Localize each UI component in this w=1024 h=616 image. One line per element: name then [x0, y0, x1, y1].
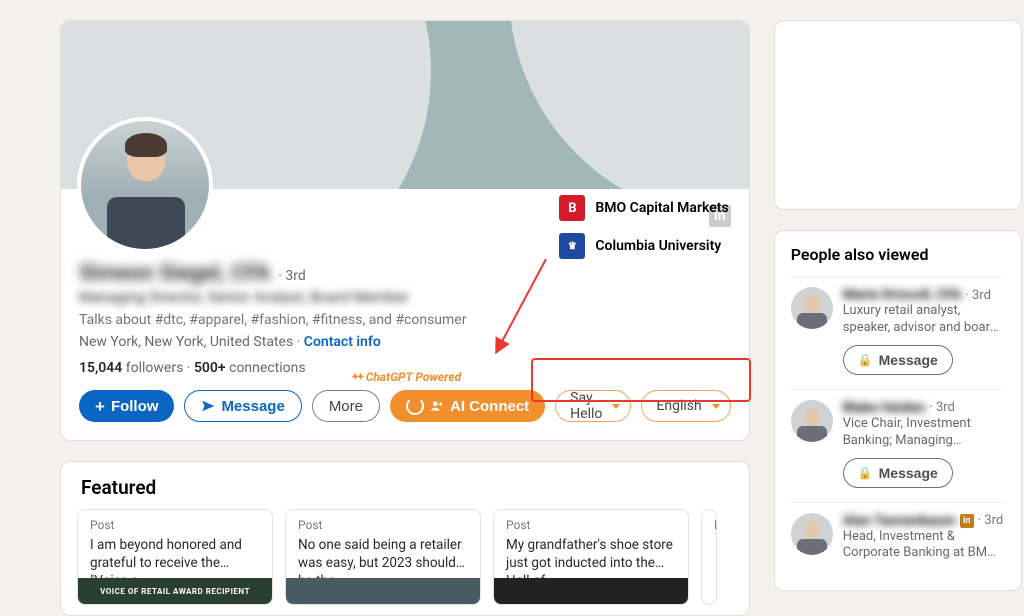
person-degree: · 3rd: [978, 513, 1004, 528]
sidebar-ad-card: [774, 20, 1022, 210]
person-item[interactable]: Blake Heiden · 3rd Vice Chair, Investmen…: [791, 389, 1005, 502]
profile-avatar[interactable]: [77, 117, 213, 253]
plus-icon: +: [95, 398, 105, 415]
person-name: Marie Driscoll, CFA: [843, 287, 962, 303]
featured-type: Post: [286, 510, 480, 536]
lock-icon: 🔒: [858, 353, 873, 367]
message-label: Message: [879, 465, 938, 481]
separator: ·: [187, 360, 194, 376]
featured-type: Post: [494, 510, 688, 536]
org-item[interactable]: ♛ Columbia University: [559, 233, 728, 259]
featured-text: I am beyond honored and grateful to rece…: [78, 536, 272, 578]
message-button[interactable]: 🔒 Message: [843, 345, 953, 375]
person-plus-icon: [430, 399, 444, 413]
lock-icon: 🔒: [858, 466, 873, 480]
org-logo-icon: ♛: [559, 233, 585, 259]
ai-swirl-icon: [406, 397, 424, 415]
profile-card: in B BMO Capital Markets ♛: [60, 20, 750, 441]
language-dropdown[interactable]: English: [641, 390, 730, 422]
follow-button[interactable]: + Follow: [79, 390, 174, 422]
featured-item[interactable]: Post No one said being a retailer was ea…: [285, 509, 481, 605]
featured-item[interactable]: P: [701, 509, 717, 605]
message-label: Message: [221, 398, 284, 415]
say-hello-label: Say Hello: [570, 390, 602, 422]
connections-label: connections: [226, 360, 306, 376]
profile-name: Simeon Siegel, CFA: [79, 261, 270, 286]
chevron-down-icon: [712, 404, 720, 409]
featured-type: Post: [78, 510, 272, 536]
person-name: Blake Heiden: [843, 400, 926, 416]
org-name: Columbia University: [595, 238, 721, 254]
org-name: BMO Capital Markets: [595, 200, 728, 216]
ai-connect-button[interactable]: AI Connect: [390, 390, 545, 422]
pav-title: People also viewed: [791, 245, 1005, 264]
contact-info-link[interactable]: Contact info: [304, 334, 381, 350]
featured-text: My grandfather's shoe store just got ind…: [494, 536, 688, 578]
profile-talks-about: Talks about #dtc, #apparel, #fashion, #f…: [79, 312, 731, 328]
language-label: English: [656, 398, 701, 414]
profile-degree: · 3rd: [278, 268, 306, 284]
person-name: Alan Tannenbaum: [843, 513, 956, 529]
featured-thumb: [286, 578, 480, 604]
paper-plane-icon: [201, 399, 215, 413]
more-button[interactable]: More: [312, 390, 380, 422]
featured-thumb: VOICE OF RETAIL AWARD RECIPIENT: [78, 578, 272, 604]
profile-headline: Managing Director, Senior Analyst, Board…: [79, 288, 731, 306]
featured-item[interactable]: Post My grandfather's shoe store just go…: [493, 509, 689, 605]
person-item[interactable]: Marie Driscoll, CFA · 3rd Luxury retail …: [791, 276, 1005, 389]
person-degree: · 3rd: [965, 288, 991, 303]
premium-badge-icon: in: [960, 514, 974, 528]
chevron-down-icon: [612, 404, 620, 409]
say-hello-dropdown[interactable]: Say Hello: [555, 390, 631, 422]
profile-location: New York, New York, United States: [79, 334, 293, 350]
connections-count[interactable]: 500+: [194, 360, 226, 376]
separator: ·: [297, 334, 304, 350]
person-headline: Luxury retail analyst, speaker, advisor …: [843, 303, 1005, 337]
avatar: [791, 513, 833, 555]
featured-type: P: [702, 510, 717, 536]
followers-label: followers: [122, 360, 183, 376]
featured-thumb: [494, 578, 688, 604]
chatgpt-powered-label: ChatGPT Powered: [351, 370, 461, 384]
featured-item[interactable]: Post I am beyond honored and grateful to…: [77, 509, 273, 605]
avatar: [791, 287, 833, 329]
avatar: [791, 400, 833, 442]
message-button[interactable]: 🔒 Message: [843, 458, 953, 488]
org-item[interactable]: B BMO Capital Markets: [559, 195, 728, 221]
follow-label: Follow: [111, 398, 159, 415]
profile-orgs: B BMO Capital Markets ♛ Columbia Univers…: [559, 195, 728, 259]
message-label: Message: [879, 352, 938, 368]
ai-connect-label: AI Connect: [450, 398, 529, 415]
person-item[interactable]: Alan Tannenbaum in · 3rd Head, Investmen…: [791, 502, 1005, 577]
more-label: More: [329, 398, 363, 415]
featured-section: Featured Post I am beyond honored and gr…: [60, 461, 750, 616]
followers-count[interactable]: 15,044: [79, 360, 122, 376]
person-headline: Head, Investment & Corporate Banking at …: [843, 529, 1005, 563]
message-button[interactable]: Message: [184, 390, 301, 422]
featured-title: Featured: [61, 462, 749, 509]
person-headline: Vice Chair, Investment Banking; Managing…: [843, 416, 1005, 450]
org-logo-icon: B: [559, 195, 585, 221]
people-also-viewed-card: People also viewed Marie Driscoll, CFA ·…: [774, 230, 1022, 591]
person-degree: · 3rd: [929, 400, 955, 415]
featured-text: No one said being a retailer was easy, b…: [286, 536, 480, 578]
